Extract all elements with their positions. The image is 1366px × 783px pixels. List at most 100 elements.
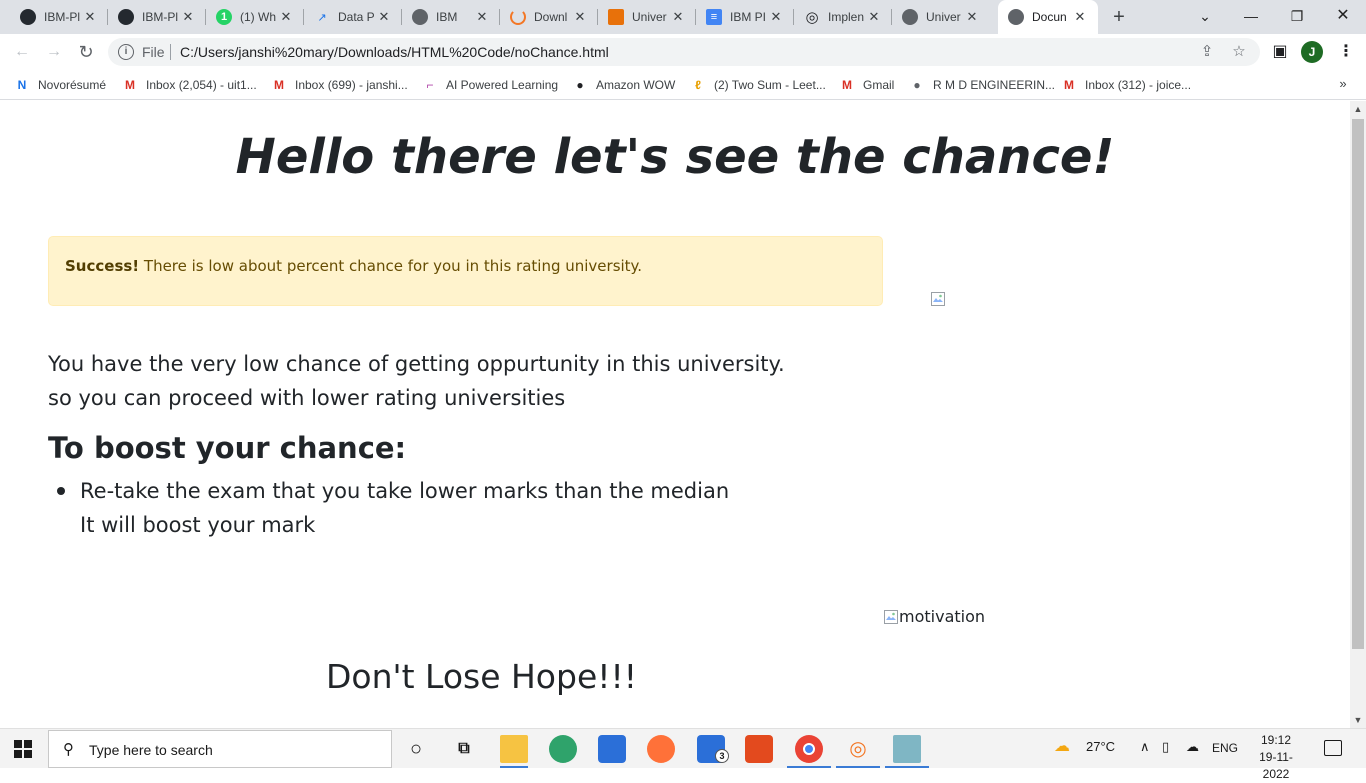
close-tab-icon[interactable]: ✕ — [866, 9, 882, 25]
bookmark-leetcode[interactable]: ℓ (2) Two Sum - Leet... — [690, 76, 826, 94]
chrome-icon[interactable] — [795, 735, 823, 763]
tab-implement[interactable]: ◎ Implen ✕ — [794, 0, 892, 34]
tab-university-2[interactable]: Univer ✕ — [892, 0, 990, 34]
new-tab-button[interactable]: + — [1108, 6, 1130, 28]
docs-icon: ≡ — [706, 9, 722, 25]
close-tab-icon[interactable]: ✕ — [82, 9, 98, 25]
tab-title: Univer — [926, 10, 961, 24]
jupyter-icon — [510, 9, 526, 25]
share-icon[interactable]: ⇪ — [1198, 43, 1216, 61]
close-tab-icon[interactable]: ✕ — [278, 9, 294, 25]
clock[interactable]: 19:12 19-11-2022 — [1246, 732, 1306, 783]
close-tab-icon[interactable]: ✕ — [572, 9, 588, 25]
tab-university-1[interactable]: Univer ✕ — [598, 0, 696, 34]
reload-icon[interactable]: ↻ — [74, 40, 98, 64]
bookmark-label: Amazon WOW — [596, 78, 676, 92]
bookmark-label: Inbox (312) - joice... — [1085, 78, 1192, 92]
close-tab-icon[interactable]: ✕ — [964, 9, 980, 25]
mail-icon[interactable]: 3 — [697, 735, 729, 763]
close-tab-icon[interactable]: ✕ — [474, 9, 490, 25]
tab-strip: IBM-Pl ✕ IBM-Pl ✕ 1 (1) Wh ✕ ↗ Data P ✕ … — [0, 0, 1366, 34]
close-tab-icon[interactable]: ✕ — [1072, 9, 1088, 25]
bookmark-label: R M D ENGINEERIN... — [933, 78, 1056, 92]
alert-strong: Success! — [65, 257, 140, 275]
address-bar[interactable]: i File C:/Users/janshi%20mary/Downloads/… — [108, 38, 1260, 66]
tab-github-2[interactable]: IBM-Pl ✕ — [108, 0, 206, 34]
jupyter-icon[interactable]: ◎ — [844, 735, 872, 763]
tab-github-1[interactable]: IBM-Pl ✕ — [10, 0, 108, 34]
windows-start-icon[interactable] — [14, 740, 32, 758]
openai-icon: ◎ — [805, 9, 819, 26]
leetcode-icon: ℓ — [695, 78, 701, 92]
weather-icon[interactable]: ☁ — [1054, 736, 1070, 756]
bookmarks-overflow-icon[interactable]: » — [1334, 76, 1352, 91]
tab-title: Data P — [338, 10, 375, 24]
taskbar-search-box[interactable]: ⚲ Type here to search — [48, 730, 392, 768]
bookmarks-bar: N Novorésumé M Inbox (2,054) - uit1... M… — [0, 70, 1366, 100]
scroll-down-icon[interactable]: ▼ — [1350, 712, 1366, 728]
mail-badge: 3 — [715, 749, 729, 763]
restore-button[interactable]: ❐ — [1274, 4, 1320, 28]
tab-ibm-docs[interactable]: ≡ IBM PI ✕ — [696, 0, 794, 34]
chart-line-icon: ↗ — [317, 11, 327, 24]
bookmark-label: Gmail — [863, 78, 895, 92]
bookmark-label: AI Powered Learning — [446, 78, 559, 92]
bookmark-gmail[interactable]: M Gmail — [839, 76, 894, 94]
network-icon[interactable]: ☁ — [1186, 739, 1199, 755]
bookmark-label: Inbox (699) - janshi... — [295, 78, 408, 92]
cortana-icon[interactable]: ○ — [402, 735, 430, 763]
bookmark-inbox-2[interactable]: M Inbox (699) - janshi... — [271, 76, 408, 94]
weather-temp[interactable]: 27°C — [1086, 739, 1115, 754]
notebook-icon[interactable] — [893, 735, 921, 763]
url-text[interactable]: C:/Users/janshi%20mary/Downloads/HTML%20… — [180, 44, 609, 60]
close-tab-icon[interactable]: ✕ — [180, 9, 196, 25]
tray-chevron-icon[interactable]: ∧ — [1140, 739, 1150, 755]
scroll-thumb[interactable] — [1352, 119, 1364, 649]
tab-title: IBM — [436, 10, 458, 24]
bookmark-ai-learning[interactable]: ⌐ AI Powered Learning — [422, 76, 558, 94]
bookmark-amazon-wow[interactable]: ● Amazon WOW — [572, 76, 675, 94]
bookmark-inbox-3[interactable]: M Inbox (312) - joice... — [1061, 76, 1191, 94]
tab-title: Univer — [632, 10, 667, 24]
language-indicator[interactable]: ENG — [1212, 741, 1238, 755]
info-icon[interactable]: i — [118, 44, 134, 60]
vertical-scrollbar[interactable]: ▲ ▼ — [1350, 101, 1366, 728]
battery-icon[interactable]: ▯ — [1162, 739, 1169, 755]
tab-ibm[interactable]: IBM ✕ — [402, 0, 500, 34]
office-icon[interactable] — [745, 735, 773, 763]
close-tab-icon[interactable]: ✕ — [768, 9, 784, 25]
gmail-icon: M — [842, 78, 852, 92]
bookmark-rmd[interactable]: ● R M D ENGINEERIN... — [909, 76, 1055, 94]
closing-message: Don't Lose Hope!!! — [326, 657, 637, 696]
edge-icon[interactable] — [549, 735, 577, 763]
close-tab-icon[interactable]: ✕ — [670, 9, 686, 25]
bookmark-inbox-1[interactable]: M Inbox (2,054) - uit1... — [122, 76, 257, 94]
tab-document-active[interactable]: Docun ✕ — [998, 0, 1098, 34]
firefox-icon[interactable] — [647, 735, 675, 763]
avatar[interactable]: J — [1301, 41, 1323, 63]
close-tab-icon[interactable]: ✕ — [376, 9, 392, 25]
back-arrow-icon[interactable]: ← — [10, 40, 34, 64]
notification-icon[interactable] — [1324, 740, 1342, 756]
windows-taskbar: ⚲ Type here to search ○ ⧉ 3 ◎ ☁ 27°C ∧ ▯… — [0, 728, 1366, 781]
tab-title: Docun — [1032, 10, 1067, 24]
task-view-icon[interactable]: ⧉ — [450, 735, 478, 763]
side-panel-icon[interactable]: ▣ — [1268, 40, 1292, 64]
bookmark-novoresume[interactable]: N Novorésumé — [14, 76, 106, 94]
store-icon[interactable] — [598, 735, 626, 763]
bookmark-label: Novorésumé — [38, 78, 107, 92]
bookmark-label: Inbox (2,054) - uit1... — [146, 78, 257, 92]
tab-data[interactable]: ↗ Data P ✕ — [304, 0, 402, 34]
star-icon[interactable]: ☆ — [1230, 43, 1248, 61]
tab-download[interactable]: Downl ✕ — [500, 0, 598, 34]
tab-whatsapp[interactable]: 1 (1) Wh ✕ — [206, 0, 304, 34]
minimize-button[interactable]: — — [1228, 4, 1274, 28]
tab-search-icon[interactable]: ⌄ — [1182, 4, 1228, 28]
close-window-button[interactable]: ✕ — [1320, 4, 1366, 28]
folder-icon[interactable] — [500, 735, 528, 763]
scroll-up-icon[interactable]: ▲ — [1350, 101, 1366, 117]
globe-icon: ● — [913, 78, 921, 92]
forward-arrow-icon[interactable]: → — [42, 40, 66, 64]
kebab-menu-icon[interactable]: ⋮ — [1334, 40, 1358, 64]
tab-title: (1) Wh — [240, 10, 276, 24]
